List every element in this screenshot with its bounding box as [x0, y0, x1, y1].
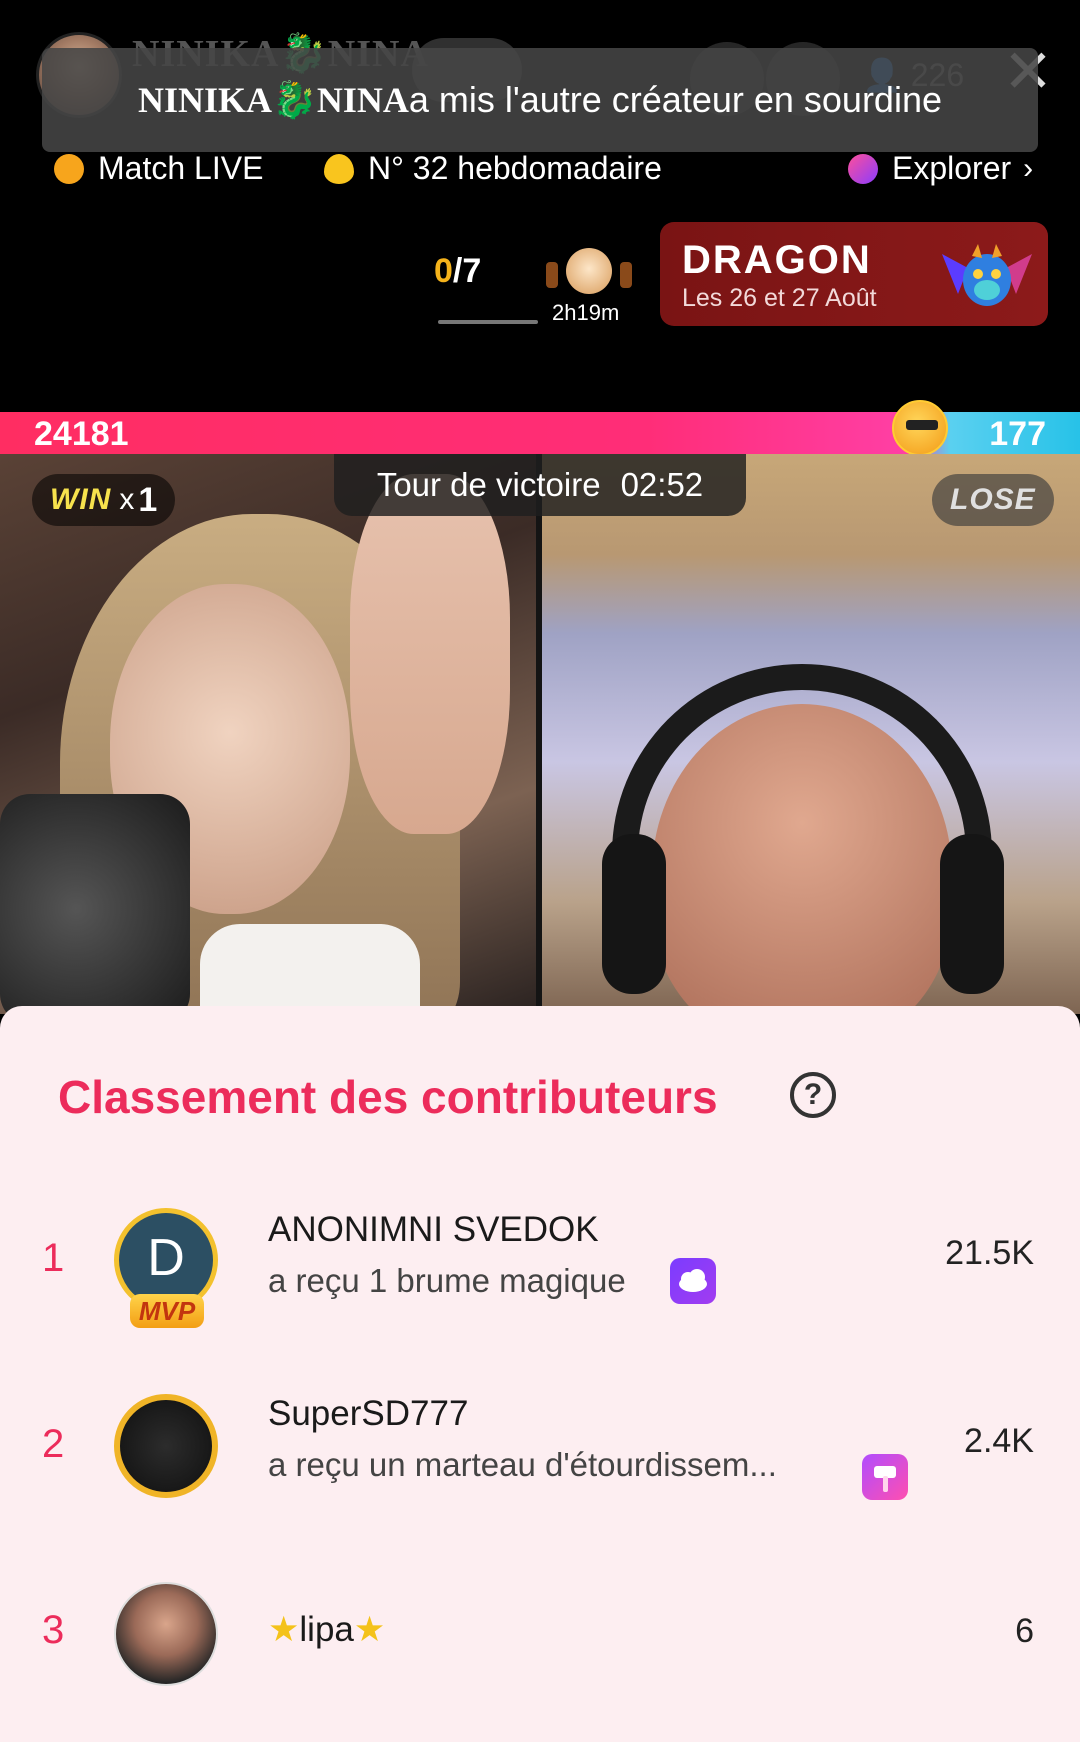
opponent-video[interactable] — [542, 454, 1080, 1014]
round-label: Tour de victoire — [376, 466, 601, 503]
contributor-rank: 3 — [42, 1608, 65, 1652]
contributor-name: SuperSD777 — [268, 1394, 469, 1433]
host-top — [200, 924, 420, 1014]
goal-total: /7 — [452, 252, 482, 290]
round-time: 02:52 — [620, 466, 704, 503]
mute-toast: NINIKA🐉NINA a mis l'autre créateur en so… — [42, 48, 1038, 152]
dragon-icon — [942, 244, 1032, 306]
explorer-chip[interactable]: Explorer › — [848, 150, 1033, 187]
microphone — [0, 794, 190, 1014]
hammer-icon — [862, 1454, 908, 1500]
match-live-chip[interactable]: Match LIVE — [54, 150, 263, 187]
win-label: WIN — [50, 483, 112, 516]
contributor-rank: 2 — [42, 1422, 65, 1466]
contributor-row[interactable]: 1 D MVP ANONIMNI SVEDOK a reçu 1 brume m… — [0, 1198, 1080, 1338]
pet-gift-icon — [566, 248, 612, 294]
score-left: 24181 — [34, 415, 129, 453]
win-badge: WIN x 1 — [32, 474, 176, 526]
gift-timer: 2h19m — [552, 300, 620, 325]
headset-earcup-left — [602, 834, 666, 994]
chevron-right-icon: › — [1023, 151, 1034, 185]
host-video[interactable] — [0, 454, 536, 1014]
avatar[interactable] — [114, 1582, 218, 1686]
contributor-name: ★lipa★ — [268, 1610, 385, 1650]
win-multiplier-x: x — [119, 483, 135, 516]
lose-badge: LOSE — [932, 474, 1054, 526]
goal-current: 0 — [434, 252, 453, 290]
match-icon — [54, 153, 84, 184]
gift-deco-left — [546, 262, 558, 288]
chip-label: Explorer — [892, 150, 1012, 186]
sunglasses-emoji-icon — [892, 400, 948, 456]
star-icon: ★ — [268, 1610, 300, 1649]
contributor-rank: 1 — [42, 1236, 65, 1280]
contributor-name-text: lipa — [299, 1610, 354, 1649]
chip-label: N° 32 hebdomadaire — [368, 150, 662, 186]
headset — [612, 664, 992, 984]
contributor-score: 21.5K — [945, 1234, 1034, 1272]
star-icon: ★ — [353, 1610, 386, 1649]
planet-icon — [848, 153, 878, 184]
headset-earcup-right — [940, 834, 1004, 994]
host-hand — [350, 474, 510, 834]
cloud-icon — [670, 1258, 716, 1304]
mvp-badge: MVP — [130, 1294, 204, 1328]
gift-box[interactable] — [546, 248, 632, 300]
score-right: 177 — [989, 415, 1046, 453]
goal-progress[interactable]: 0/7 — [434, 252, 481, 291]
event-subtitle: Les 26 et 27 Août — [682, 284, 877, 312]
chip-label: Match LIVE — [98, 150, 264, 186]
sheet-title: Classement des contributeurs — [58, 1071, 718, 1123]
weekly-rank-chip[interactable]: N° 32 hebdomadaire — [324, 150, 662, 187]
toast-message: a mis l'autre créateur en sourdine — [408, 79, 942, 120]
live-header: NINIKA🐉NINA 👤 226 ✕ NINIKA🐉NINA a mis l'… — [0, 0, 1080, 412]
header-chips: Match LIVE N° 32 hebdomadaire Explorer › — [0, 150, 1080, 200]
win-multiplier-count: 1 — [138, 480, 158, 519]
contributor-score: 6 — [1015, 1612, 1034, 1650]
contributors-sheet: Classement des contributeurs ? 1 D MVP A… — [0, 1006, 1080, 1742]
gift-deco-right — [620, 262, 632, 288]
flame-icon — [324, 153, 354, 184]
gift-description: a reçu un marteau d'étourdissem... — [268, 1446, 777, 1483]
contributor-row[interactable]: 3 ★lipa★ 6 — [0, 1566, 1080, 1706]
victory-round-timer: Tour de victoire 02:52 — [334, 454, 746, 516]
help-icon[interactable]: ? — [790, 1072, 836, 1118]
contributor-name: ANONIMNI SVEDOK — [268, 1210, 599, 1249]
dragon-event-banner[interactable]: DRAGON Les 26 et 27 Août — [660, 222, 1048, 326]
event-title: DRAGON — [682, 238, 872, 282]
toast-host-name: NINIKA🐉NINA — [138, 80, 409, 120]
avatar[interactable] — [114, 1394, 218, 1498]
goal-progress-bar — [438, 320, 538, 324]
contributor-score: 2.4K — [964, 1422, 1034, 1460]
lose-label: LOSE — [950, 483, 1036, 516]
contributor-row[interactable]: 2 SuperSD777 a reçu un marteau d'étourdi… — [0, 1382, 1080, 1522]
gift-description: a reçu 1 brume magique — [268, 1262, 626, 1299]
